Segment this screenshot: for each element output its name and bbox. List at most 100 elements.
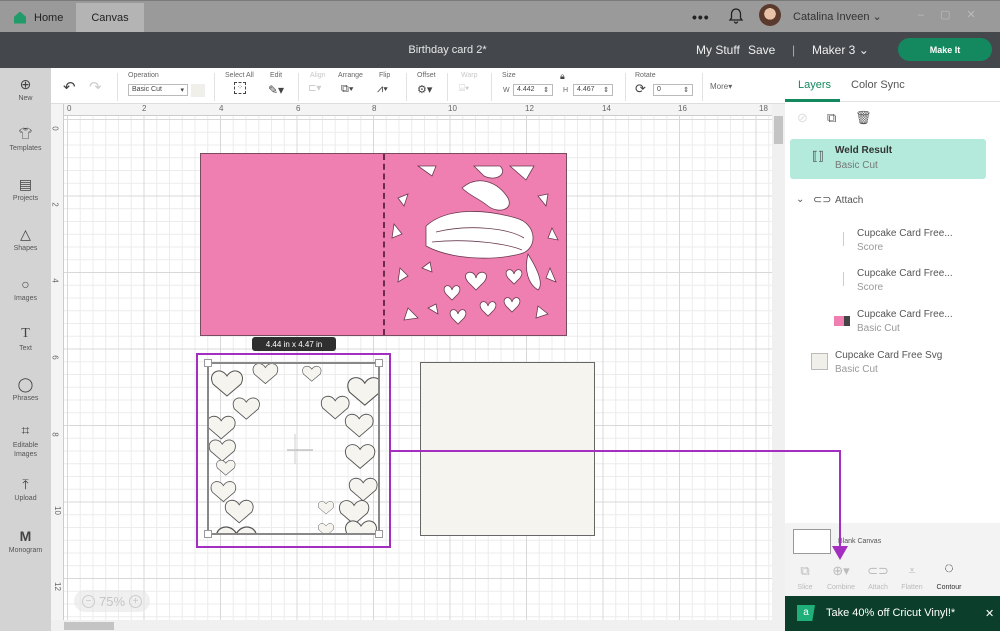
- sidebar-item-text[interactable]: T Text: [0, 326, 51, 352]
- layer-item-weld-result[interactable]: ⟦⟧ Weld Result Basic Cut: [790, 139, 986, 179]
- tab-home[interactable]: Home: [10, 3, 75, 32]
- chevron-down-icon[interactable]: ⌄: [796, 194, 804, 205]
- stepper-icon[interactable]: ⇕: [683, 86, 689, 94]
- contour-button[interactable]: Contour: [931, 584, 967, 591]
- ruler-tick-label: 6: [50, 355, 60, 360]
- more-button[interactable]: More▾: [710, 82, 732, 91]
- warp-label: Warp: [461, 72, 478, 79]
- arrange-button[interactable]: ⧉▾: [341, 83, 353, 96]
- minimize-button[interactable]: –: [918, 9, 940, 21]
- sidebar-item-templates[interactable]: 👕︎ Templates: [0, 126, 51, 152]
- rotate-label: Rotate: [635, 72, 656, 79]
- sidebar-item-upload[interactable]: ⤒ Upload: [0, 476, 51, 502]
- promo-close-button[interactable]: ✕: [985, 607, 994, 620]
- ruler-tick-label: 18: [759, 104, 768, 113]
- flip-button[interactable]: ⩘▾: [377, 83, 388, 96]
- layer-item[interactable]: Cupcake Card Free... Basic Cut: [834, 307, 990, 337]
- hide-layer-icon[interactable]: ⊘: [797, 110, 808, 126]
- toolbar-divider: [447, 73, 448, 101]
- tab-color-sync[interactable]: Color Sync: [851, 79, 905, 91]
- select-all-button[interactable]: ⁘: [234, 82, 246, 94]
- editable-image-icon: ⌗: [21, 422, 30, 438]
- toolbar-divider: [117, 73, 118, 101]
- more-options-icon[interactable]: •••: [692, 9, 710, 25]
- layer-title: Attach: [835, 195, 864, 206]
- warp-button[interactable]: ⌸▾: [459, 83, 469, 94]
- flatten-button[interactable]: Flatten: [894, 584, 930, 591]
- color-swatch[interactable]: [191, 84, 205, 97]
- sidebar-label: Phrases: [12, 395, 39, 402]
- sidebar-item-projects[interactable]: ▤ Projects: [0, 176, 51, 202]
- undo-button[interactable]: ↶: [63, 78, 76, 96]
- hearts-frame-design[interactable]: [204, 359, 383, 538]
- height-input[interactable]: 4.467 ⇕: [573, 84, 613, 96]
- offset-label: Offset: [417, 72, 436, 79]
- ruler-tick-label: 6: [296, 104, 301, 113]
- layer-item[interactable]: Cupcake Card Free... Score: [840, 226, 990, 256]
- tab-canvas[interactable]: Canvas: [76, 3, 144, 32]
- window-controls[interactable]: –▢✕: [918, 8, 992, 21]
- combine-button[interactable]: Combine: [823, 584, 859, 591]
- close-window-button[interactable]: ✕: [967, 9, 992, 21]
- hearts-artwork: [209, 364, 378, 533]
- notification-bell-icon[interactable]: [728, 7, 744, 24]
- sidebar-item-new[interactable]: ⊕ New: [0, 76, 51, 102]
- resize-handle[interactable]: [375, 359, 383, 367]
- maximize-button[interactable]: ▢: [940, 9, 966, 21]
- ruler-tick-label: 8: [50, 432, 60, 437]
- stepper-icon[interactable]: ⇕: [543, 86, 549, 94]
- slice-button[interactable]: Slice: [787, 584, 823, 591]
- user-menu[interactable]: Catalina Inveen ⌄: [793, 10, 882, 23]
- slice-icon[interactable]: ⧉: [787, 563, 823, 579]
- operation-select[interactable]: Basic Cut ▾: [128, 84, 188, 96]
- flatten-icon[interactable]: ⩡: [894, 563, 930, 579]
- zoom-out-button[interactable]: −: [81, 594, 95, 608]
- sidebar-item-images[interactable]: ○ Images: [0, 276, 51, 302]
- sidebar-item-phrases[interactable]: ◯ Phrases: [0, 376, 51, 402]
- user-avatar[interactable]: [759, 4, 781, 26]
- rotate-input[interactable]: 0 ⇕: [653, 84, 693, 96]
- attach-icon[interactable]: ⊂⊃: [860, 563, 896, 579]
- resize-handle[interactable]: [204, 530, 212, 538]
- tab-layers[interactable]: Layers: [798, 79, 831, 91]
- my-stuff-link[interactable]: My Stuff: [696, 43, 740, 57]
- redo-button[interactable]: ↷: [89, 78, 102, 96]
- resize-handle[interactable]: [204, 359, 212, 367]
- machine-selector[interactable]: Maker 3 ⌄: [812, 43, 869, 57]
- sidebar-item-editable-images[interactable]: ⌗ Editable Images: [0, 422, 51, 459]
- delete-trash-icon[interactable]: 🗑︎: [855, 110, 872, 126]
- promo-banner[interactable]: a Take 40% off Cricut Vinyl!* ✕: [785, 596, 1000, 631]
- horizontal-scrollbar[interactable]: [51, 620, 785, 631]
- layer-group-attach[interactable]: ⌄ ⊂⊃ Attach: [790, 190, 980, 210]
- sidebar-item-monogram[interactable]: M Monogram: [0, 528, 51, 554]
- project-title-wrap: Birthday card 2*: [0, 44, 700, 56]
- toolbar-divider: [625, 73, 626, 101]
- contour-icon[interactable]: ◌: [931, 560, 967, 578]
- score-line-thumbnail: [843, 232, 844, 246]
- layer-item[interactable]: Cupcake Card Free... Score: [840, 266, 990, 296]
- stepper-icon[interactable]: ⇕: [603, 86, 609, 94]
- vertical-scroll-thumb[interactable]: [774, 116, 783, 144]
- resize-handle[interactable]: [375, 530, 383, 538]
- zoom-in-button[interactable]: +: [129, 594, 143, 608]
- cupcake-cutout-design[interactable]: [388, 158, 564, 328]
- sidebar-label: Editable Images: [12, 442, 39, 458]
- width-input[interactable]: 4.442 ⇕: [513, 84, 553, 96]
- lock-icon[interactable]: 🔒︎: [560, 71, 565, 82]
- horizontal-scroll-thumb[interactable]: [64, 622, 114, 630]
- home-icon: [14, 11, 26, 24]
- make-it-button[interactable]: Make It: [898, 38, 992, 61]
- arrange-label: Arrange: [338, 72, 363, 79]
- duplicate-icon[interactable]: ⧉: [827, 110, 836, 126]
- save-button[interactable]: Save: [748, 43, 775, 57]
- attach-paperclip-icon: ⊂⊃: [813, 194, 832, 206]
- offset-button[interactable]: ⚙▾: [417, 83, 432, 96]
- edit-pencil-button[interactable]: ✎▾: [268, 83, 284, 97]
- attach-button[interactable]: Attach: [860, 584, 896, 591]
- layer-item[interactable]: Cupcake Card Free Svg Basic Cut: [811, 348, 991, 378]
- combine-icon[interactable]: ⊕▾: [823, 563, 859, 579]
- align-button[interactable]: ⊏▾: [308, 83, 321, 94]
- sidebar-item-shapes[interactable]: △ Shapes: [0, 226, 51, 252]
- score-line[interactable]: [383, 154, 385, 335]
- shirt-icon: 👕︎: [18, 128, 33, 140]
